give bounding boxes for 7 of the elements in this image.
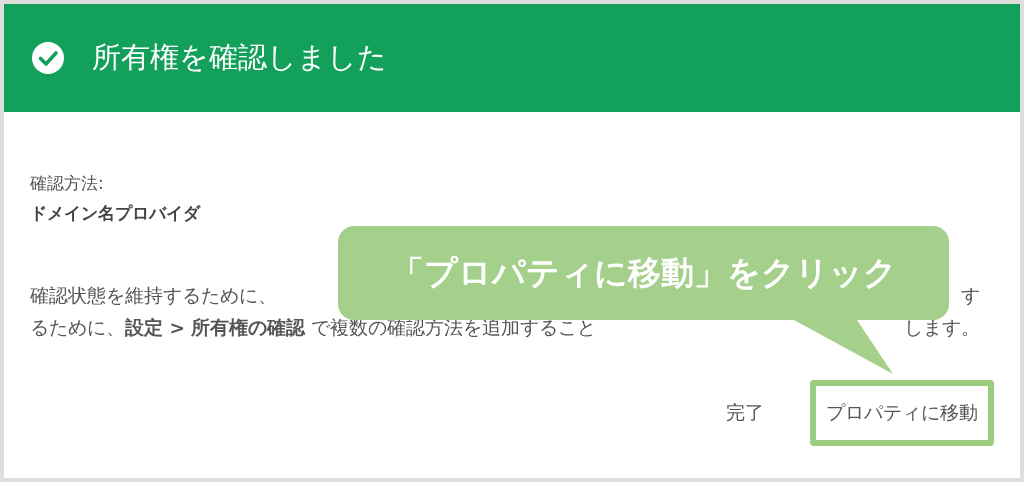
paragraph-text: す	[961, 284, 980, 308]
highlighted-button[interactable]: プロパティに移動	[810, 380, 994, 446]
method-value: ドメイン名プロバイダ	[30, 202, 202, 225]
dialog-title: 所有権を確認しました	[92, 39, 387, 76]
method-label: 確認方法:	[30, 172, 105, 195]
check-circle-icon	[32, 42, 64, 74]
paragraph-text: 確認状態を維持するために、	[30, 284, 277, 308]
